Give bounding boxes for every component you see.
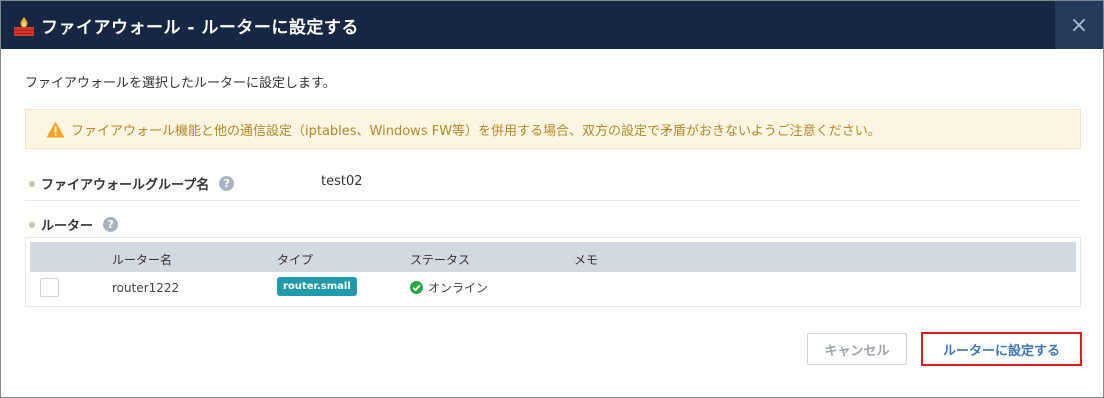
firewall-router-dialog: ファイアウォール - ルーターに設定する × ファイアウォールを選択したルーター… [0,0,1104,398]
group-name-label: ファイアウォールグループ名 ? [29,174,235,193]
bullet-icon [29,180,35,187]
dialog-description: ファイアウォールを選択したルーターに設定します。 [25,76,336,91]
router-table: ルーター名 タイプ ステータス メモ router1222 router.sma… [25,237,1081,307]
router-select-checkbox[interactable] [40,278,59,297]
router-name-cell: router1222 [112,281,180,295]
divider [25,200,1081,201]
warning-alert: ファイアウォール機能と他の通信設定（iptables、Windows FW等）を… [25,109,1081,149]
group-name-value: test02 [321,174,363,189]
check-circle-icon [410,281,423,294]
cancel-button[interactable]: キャンセル [807,333,907,365]
status-text: オンライン [428,281,489,295]
column-header-status: ステータス [410,253,471,267]
router-section-label: ルーター ? [29,215,119,234]
status-cell: オンライン [410,279,488,296]
type-badge: router.small [277,277,357,296]
close-button[interactable]: × [1055,1,1103,49]
warning-icon [46,121,65,137]
column-header-type: タイプ [277,253,314,267]
column-header-router-name: ルーター名 [112,253,173,267]
router-section-label-text: ルーター [41,219,94,234]
column-header-memo: メモ [574,253,599,267]
help-icon[interactable]: ? [219,176,235,191]
dialog-title: ファイアウォール - ルーターに設定する [41,18,359,38]
bullet-icon [29,221,35,228]
table-row[interactable]: router1222 router.small オンライン [30,272,1076,303]
set-router-button[interactable]: ルーターに設定する [921,332,1082,366]
firewall-icon [14,17,34,36]
table-header: ルーター名 タイプ ステータス メモ [30,242,1076,272]
help-icon[interactable]: ? [103,217,119,232]
group-name-label-text: ファイアウォールグループ名 [41,178,210,193]
close-icon[interactable]: × [1070,13,1088,38]
dialog-header: ファイアウォール - ルーターに設定する × [1,1,1103,49]
warning-text: ファイアウォール機能と他の通信設定（iptables、Windows FW等）を… [71,123,881,139]
